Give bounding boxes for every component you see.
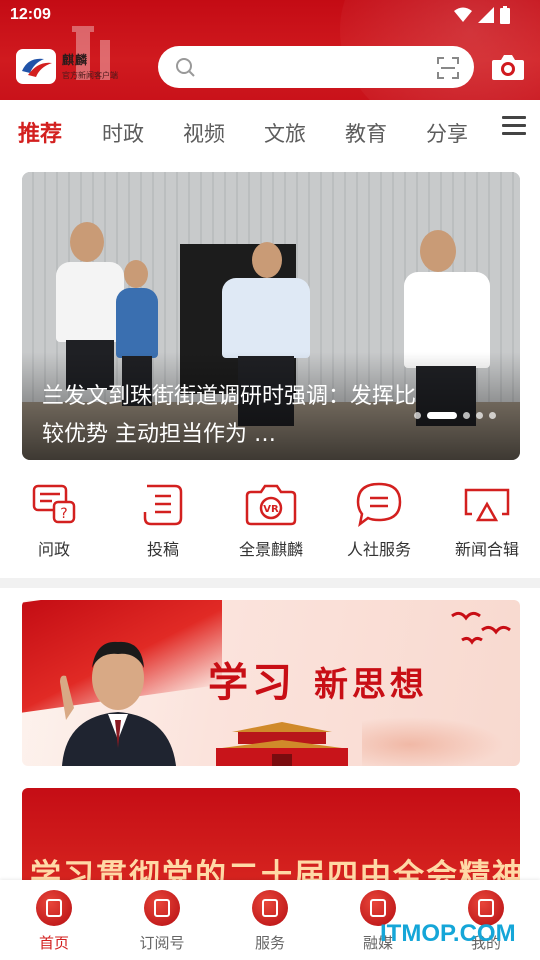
carousel-dot[interactable] — [414, 412, 421, 419]
tab-education[interactable]: 教育 — [345, 118, 387, 148]
nav-subscriptions[interactable]: 订阅号 — [122, 890, 202, 953]
quick-link-news-collection[interactable]: 新闻合辑 — [437, 480, 537, 560]
logo-subtitle: 官方新闻客户端 — [62, 71, 118, 80]
logo-mark-icon — [22, 58, 52, 77]
screen-cast-icon — [464, 488, 510, 522]
home-icon — [36, 890, 72, 926]
services-icon — [252, 890, 288, 926]
quick-link-label: 问政 — [37, 540, 70, 559]
svg-text:?: ? — [60, 506, 67, 522]
battery-icon — [500, 6, 510, 24]
doves-graphic — [451, 611, 511, 645]
search-icon — [176, 58, 195, 77]
tab-share[interactable]: 分享 — [426, 118, 468, 148]
subscription-icon — [144, 890, 180, 926]
quick-link-label: 投稿 — [146, 540, 179, 559]
carousel-dot[interactable] — [463, 412, 470, 419]
tab-recommend[interactable]: 推荐 — [18, 116, 62, 148]
app-logo[interactable]: 麒麟 官方新闻客户端 — [16, 26, 146, 86]
status-time: 12:09 — [10, 6, 51, 23]
status-icons — [454, 6, 510, 24]
nav-label: 首页 — [38, 934, 69, 952]
tab-politics[interactable]: 时政 — [102, 118, 144, 148]
hero-carousel[interactable]: 兰发文到珠街街道调研时强调：发挥比较优势 主动担当作为 … — [22, 172, 520, 460]
nav-label: 服务 — [254, 934, 285, 952]
svg-text:VR: VR — [263, 504, 279, 515]
menu-icon[interactable] — [502, 116, 526, 136]
carousel-indicator — [414, 412, 496, 419]
search-bar[interactable] — [158, 46, 474, 88]
nav-services[interactable]: 服务 — [230, 890, 310, 953]
tab-video[interactable]: 视频 — [183, 118, 225, 148]
nav-label: 订阅号 — [139, 934, 185, 952]
vr-camera-icon: VR — [245, 484, 297, 526]
watermark-text: ITMOP.COM — [380, 920, 516, 947]
chat-lines-icon — [356, 482, 402, 527]
banner-title-a: 学习 — [208, 659, 296, 706]
wifi-icon — [454, 7, 472, 22]
category-tabs: 推荐 时政 视频 文旅 教育 分享 — [0, 100, 540, 160]
nav-home[interactable]: 首页 — [14, 890, 94, 953]
quick-link-panorama[interactable]: VR 全景麒麟 — [221, 480, 321, 560]
tab-culture-travel[interactable]: 文旅 — [264, 118, 306, 148]
signal-icon — [478, 7, 494, 23]
cloud-decoration — [362, 712, 520, 766]
document-icon — [143, 484, 183, 526]
section-divider — [0, 578, 540, 588]
quick-link-label: 人社服务 — [346, 540, 411, 559]
question-chat-icon: ? — [32, 484, 76, 524]
logo-text: 麒麟 — [62, 53, 89, 67]
quick-links: ? 问政 投稿 VR 全景麒麟 人社服务 新闻合辑 — [0, 480, 540, 576]
portrait-image — [60, 641, 176, 766]
tiananmen-graphic — [216, 722, 348, 766]
app-header: 12:09 麒麟 官方新闻客户端 — [0, 0, 540, 100]
quick-link-label: 新闻合辑 — [454, 540, 519, 559]
hero-caption[interactable]: 兰发文到珠街街道调研时强调：发挥比较优势 主动担当作为 … — [42, 378, 422, 454]
logo-badge — [16, 49, 56, 84]
study-thought-banner[interactable]: 学习 新思想 — [22, 600, 520, 766]
carousel-dot-active[interactable] — [427, 412, 457, 419]
quick-link-label: 全景麒麟 — [238, 540, 303, 559]
banner-title-b: 新思想 — [313, 665, 428, 705]
quick-link-inquiry[interactable]: ? 问政 — [4, 480, 104, 560]
banner-title: 学习 新思想 — [208, 650, 428, 708]
scan-icon[interactable] — [436, 56, 460, 80]
carousel-dot[interactable] — [489, 412, 496, 419]
quick-link-social-service[interactable]: 人社服务 — [329, 480, 429, 560]
carousel-dot[interactable] — [476, 412, 483, 419]
quick-link-submit[interactable]: 投稿 — [113, 480, 213, 560]
camera-icon[interactable] — [490, 52, 526, 82]
